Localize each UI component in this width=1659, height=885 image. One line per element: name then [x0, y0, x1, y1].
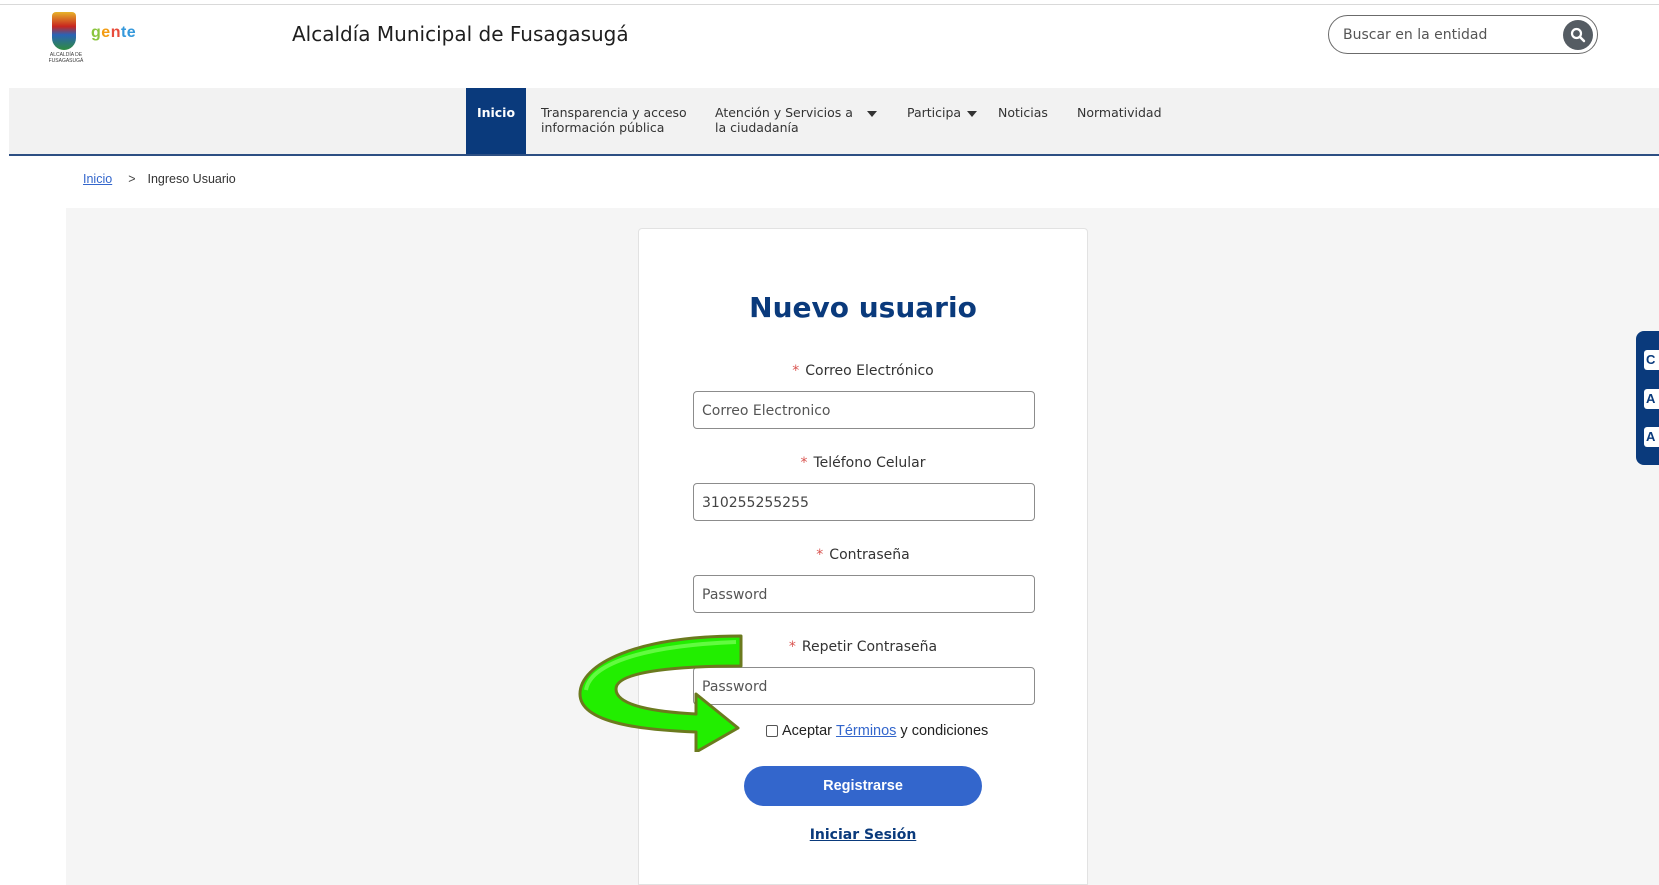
nav-label: Transparencia y acceso: [541, 105, 687, 120]
register-card: Nuevo usuario * Correo Electrónico * Teléf…: [638, 228, 1088, 885]
breadcrumb-home-link[interactable]: Inicio: [83, 172, 112, 186]
phone-label-text: Teléfono Celular: [813, 455, 926, 471]
decrease-font-button[interactable]: A: [1644, 427, 1659, 447]
search-button[interactable]: [1563, 20, 1593, 50]
phone-input[interactable]: [702, 493, 1022, 513]
nav-item-inicio[interactable]: Inicio: [466, 88, 526, 154]
password-input[interactable]: [702, 585, 1022, 605]
nav-item-transparencia[interactable]: Transparencia y acceso información públi…: [541, 88, 701, 154]
annotation-arrow-icon: [578, 634, 743, 752]
password-field[interactable]: [693, 575, 1035, 613]
password-label-text: Contraseña: [829, 547, 910, 563]
logo-caption: ALCALDÍA DE FUSAGASUGÁ: [48, 52, 84, 64]
search-box: [1328, 15, 1598, 54]
nav-label: Participa: [907, 105, 962, 120]
email-field[interactable]: [693, 391, 1035, 429]
nav-label: Inicio: [476, 105, 516, 120]
search-icon: [1570, 27, 1586, 43]
email-label-text: Correo Electrónico: [805, 363, 934, 379]
main-nav: Inicio Transparencia y acceso informació…: [9, 88, 1659, 156]
site-title[interactable]: Alcaldía Municipal de Fusagasugá: [292, 22, 629, 46]
repeat-password-label-text: Repetir Contraseña: [801, 639, 938, 655]
required-mark: *: [816, 547, 824, 563]
top-divider: [0, 4, 1659, 5]
breadcrumb-separator: >: [128, 172, 136, 186]
password-label: * Contraseña: [639, 547, 1087, 563]
required-mark: *: [800, 455, 808, 471]
required-mark: *: [788, 639, 796, 655]
email-input[interactable]: [702, 401, 1022, 421]
terms-suffix: y condiciones: [900, 723, 989, 739]
breadcrumb: Inicio > Ingreso Usuario: [83, 172, 236, 186]
register-button[interactable]: Registrarse: [744, 766, 982, 806]
email-label: * Correo Electrónico: [639, 363, 1087, 379]
terms-link[interactable]: Términos: [836, 723, 896, 739]
terms-checkbox[interactable]: [766, 725, 778, 737]
nav-item-normatividad[interactable]: Normatividad: [1077, 88, 1177, 154]
nav-item-participa[interactable]: Participa: [907, 88, 985, 154]
form-title: Nuevo usuario: [749, 291, 977, 324]
terms-prefix: Aceptar: [782, 723, 832, 739]
accessibility-bar: C A A: [1636, 331, 1659, 465]
chevron-down-icon: [967, 110, 978, 117]
nav-item-noticias[interactable]: Noticias: [998, 88, 1058, 154]
contrast-button[interactable]: C: [1644, 350, 1659, 370]
repeat-password-input[interactable]: [702, 677, 1022, 697]
increase-font-button[interactable]: A: [1644, 389, 1659, 409]
nav-label: Atención y Servicios a: [715, 105, 853, 120]
chevron-down-icon: [866, 110, 877, 117]
required-mark: *: [792, 363, 800, 379]
nav-label: la ciudadanía: [715, 120, 799, 135]
coat-of-arms-icon: [52, 12, 76, 50]
search-input[interactable]: [1343, 24, 1543, 46]
phone-label: * Teléfono Celular: [639, 455, 1087, 471]
site-logo[interactable]: ALCALDÍA DE FUSAGASUGÁ gente: [46, 12, 137, 64]
gente-logo: gente: [91, 24, 137, 41]
nav-label: Noticias: [998, 105, 1048, 120]
nav-label: Normatividad: [1077, 105, 1162, 120]
breadcrumb-current: Ingreso Usuario: [147, 172, 236, 186]
phone-field[interactable]: [693, 483, 1035, 521]
nav-item-atencion[interactable]: Atención y Servicios a la ciudadanía: [715, 88, 890, 154]
login-link[interactable]: Iniciar Sesión: [639, 827, 1087, 843]
terms-row: Aceptar Términos y condiciones: [766, 723, 988, 739]
nav-label: información pública: [541, 120, 665, 135]
